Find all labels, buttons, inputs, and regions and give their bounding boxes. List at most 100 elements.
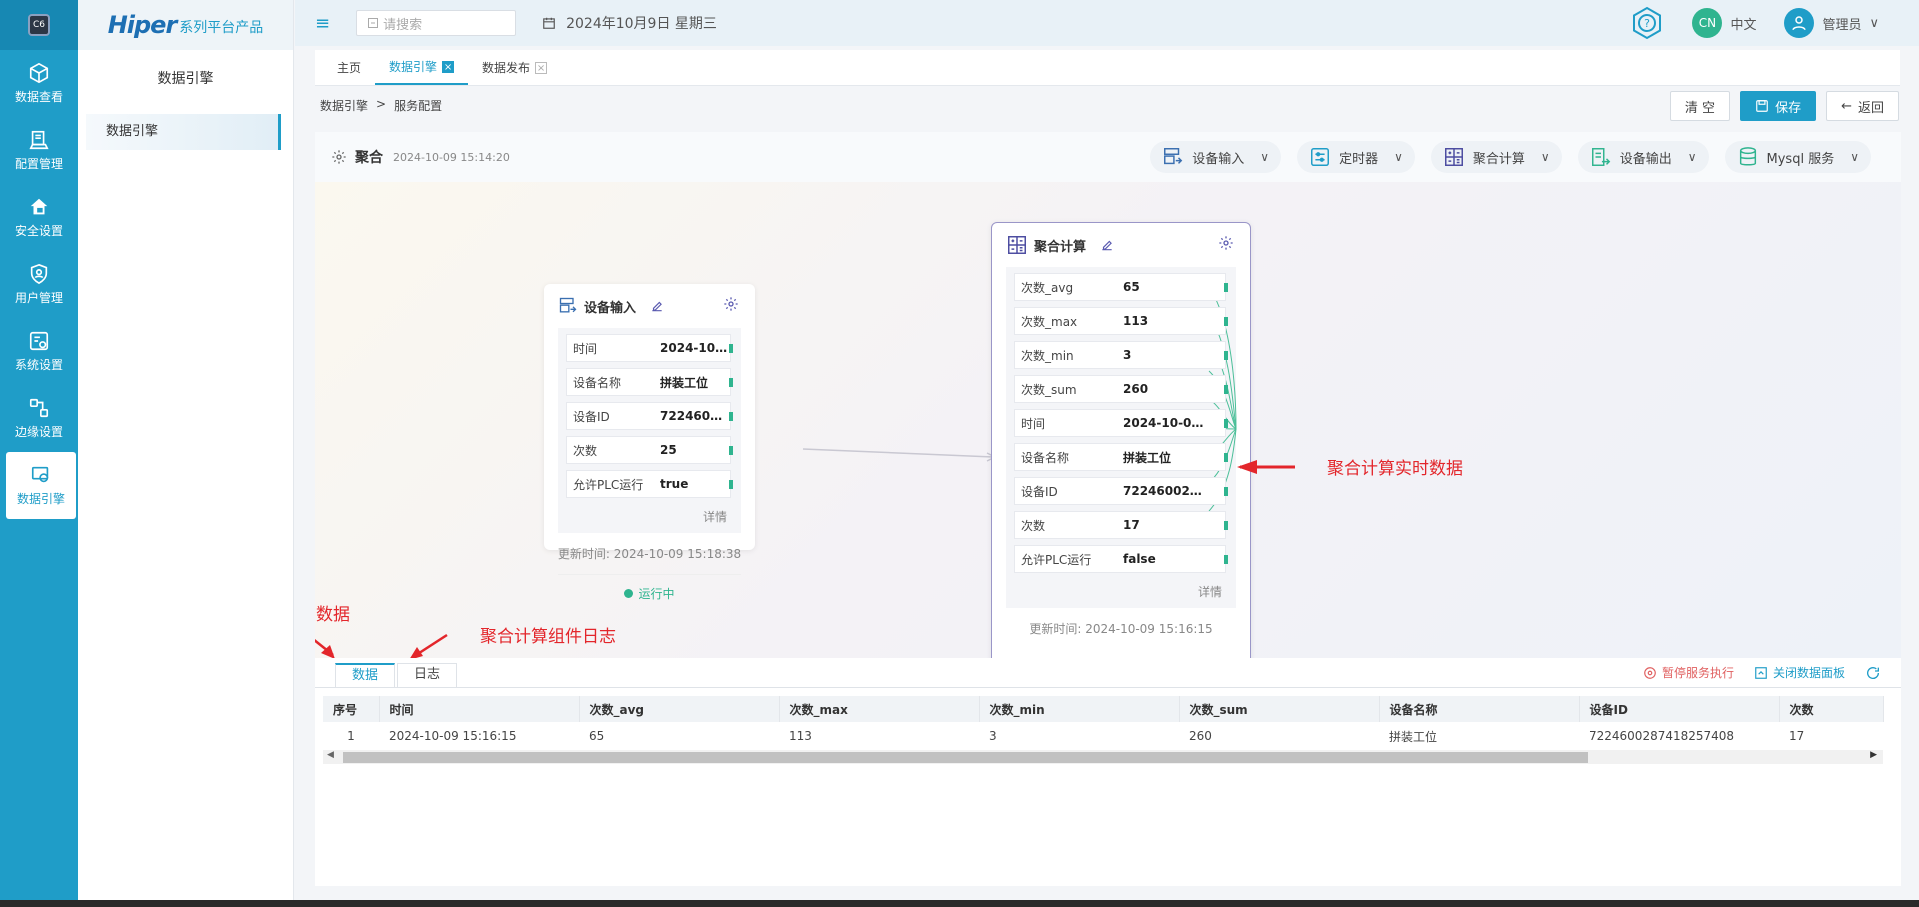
app-logo[interactable]: C6 [0,0,78,50]
detail-link[interactable]: 详情 [1014,579,1226,602]
back-label: 返回 [1857,100,1884,116]
calculator-icon [1008,236,1026,254]
column-header: 次数_max [779,696,980,722]
device-input-icon [559,297,577,313]
output-port[interactable] [1224,521,1228,530]
output-port[interactable] [1224,317,1228,326]
scroll-right-icon[interactable]: ▶ [1870,750,1877,760]
output-port[interactable] [1224,555,1228,564]
pause-service-button[interactable]: 暂停服务执行 [1643,664,1734,681]
component-device-output[interactable]: 设备输出 ∨ [1577,141,1709,173]
gear-icon[interactable] [723,296,739,312]
field-key: 次数 [573,443,598,458]
gear-icon[interactable] [1218,235,1234,251]
output-port[interactable] [729,446,733,455]
sidebar-title: 数据引擎 [157,71,214,87]
output-port[interactable] [1224,487,1228,496]
field-value: true [660,477,689,491]
save-button[interactable]: 保存 [1740,91,1817,121]
field-value: 65 [1123,280,1140,294]
component-device-input[interactable]: 设备输入 ∨ [1150,141,1282,173]
database-icon [1739,147,1756,166]
refresh-icon[interactable] [1865,665,1881,681]
horizontal-scrollbar[interactable]: ◀ ▶ [323,750,1883,764]
table-cell: 拼装工位 [1389,729,1438,744]
column-header: 设备名称 [1379,696,1580,722]
tab-data[interactable]: 数据 [335,663,396,687]
user-menu[interactable]: 管理员 ∨ [1784,8,1879,38]
user-icon [1792,16,1807,31]
flow-canvas[interactable]: 设备输入 时间2024-10-09... 设备名称拼装工位 设备ID722460… [315,182,1901,658]
scroll-left-icon[interactable]: ◀ [327,750,334,760]
date-text: 2024年10月9日 星期三 [566,16,717,32]
nav-item-data-view[interactable]: 数据查看 [0,50,78,117]
field-value: 25 [660,443,677,457]
close-icon[interactable]: × [442,61,455,73]
component-mysql[interactable]: Mysql 服务 ∨ [1724,141,1871,173]
gear-icon[interactable] [331,149,347,165]
node-device-input[interactable]: 设备输入 时间 2024-10-09... 设备名称 拼装工位 设备ID 722460… [544,284,755,601]
nav-item-security[interactable]: 安全设置 [0,184,78,251]
nav-item-config[interactable]: 配置管理 [0,117,78,184]
close-panel-button[interactable]: 关闭数据面板 [1754,664,1845,681]
output-port[interactable] [1224,351,1228,360]
field-key: 时间 [573,341,598,356]
table-row[interactable]: 1 2024-10-09 15:16:15 65 113 3 260 拼装工位 … [323,722,1883,750]
nav-item-edge[interactable]: 边缘设置 [0,385,78,452]
clear-button[interactable]: 清 空 [1669,91,1731,121]
status-badge: 运行中 [558,574,741,612]
output-port[interactable] [729,344,733,353]
tab-data-publish[interactable]: 数据发布 × [468,51,561,85]
field-value: 拼装工位 [1123,450,1172,465]
edit-icon[interactable] [1100,238,1114,252]
component-aggregate[interactable]: 聚合计算 ∨ [1430,141,1562,173]
component-timer[interactable]: 定时器 ∨ [1297,141,1415,173]
output-port[interactable] [1224,419,1228,428]
output-port[interactable] [1224,283,1228,292]
nav-item-data-engine[interactable]: 数据引擎 [6,452,76,519]
breadcrumb-parent[interactable]: 数据引擎 [320,97,368,114]
field-value: 拼装工位 [660,375,709,390]
output-port[interactable] [1224,453,1228,462]
help-icon[interactable]: ? [1630,6,1664,40]
column-header: 时间 [379,696,580,722]
nav-label: 配置管理 [14,157,63,171]
nav-label: 数据查看 [14,90,63,104]
field-row: 次数 25 [566,436,733,464]
arrow-left-icon: ← [1841,98,1852,114]
detail-link[interactable]: 详情 [566,504,731,527]
search-input[interactable]: 请搜索 [356,10,517,36]
sidebar-item-data-engine[interactable]: 数据引擎 [86,114,281,150]
close-icon[interactable]: × [535,62,548,74]
tab-log[interactable]: 日志 [397,663,458,687]
output-port[interactable] [729,480,733,489]
column-header: 次数 [1779,696,1884,722]
nav-item-system[interactable]: 系统设置 [0,318,78,385]
column-header: 次数_min [979,696,1180,722]
breadcrumb-separator: > [376,97,387,111]
column-header: 序号 [323,696,380,722]
tab-data-engine[interactable]: 数据引擎 × [375,51,469,85]
nav-item-users[interactable]: 用户管理 [0,251,78,318]
field-row: 时间 2024-10-09... [566,334,733,362]
chevron-down-icon: ∨ [1540,150,1550,164]
tab-home[interactable]: 主页 [323,51,375,85]
save-label: 保存 [1775,100,1802,116]
field-key: 设备名称 [573,375,622,390]
sub-sidebar: Hiper 系列平台产品 数据引擎 数据引擎 [78,0,294,900]
back-button[interactable]: ← 返回 [1826,91,1899,121]
node-aggregate[interactable]: 聚合计算 次数_avg 65 次数_max 113 次数_min 3 次数_sum 26… [991,222,1251,658]
svg-text:?: ? [1645,17,1651,30]
pill-label: 定时器 [1339,151,1379,167]
output-port[interactable] [729,412,733,421]
scrollbar-thumb[interactable] [343,752,1588,763]
field-value: 17 [1123,518,1140,532]
language-switcher[interactable]: CN 中文 [1692,8,1756,38]
nav-label: 边缘设置 [14,425,63,439]
edit-icon[interactable] [650,299,664,313]
pill-label: 聚合计算 [1472,151,1525,167]
output-port[interactable] [729,378,733,387]
output-port[interactable] [1224,385,1228,394]
icon-sidebar: C6 数据查看 配置管理 安全设置 用户管理 系统设置 边缘设置 数据引擎 [0,0,78,900]
menu-toggle-icon[interactable]: ≡ [315,13,330,34]
